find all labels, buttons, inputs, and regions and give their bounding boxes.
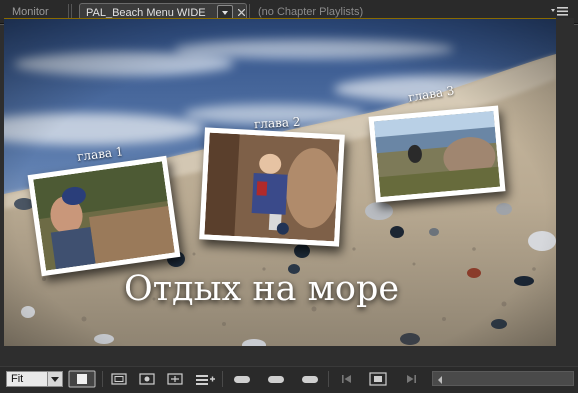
button-shape-3-icon[interactable] — [300, 370, 320, 388]
chapter-2-thumbnail-button[interactable] — [199, 127, 345, 247]
chapter-2-image — [204, 132, 340, 242]
frame-icon[interactable] — [368, 370, 388, 388]
list-icon[interactable] — [194, 370, 216, 388]
previous-icon[interactable] — [338, 370, 356, 388]
horizontal-scrollbar[interactable] — [432, 371, 574, 386]
chapter-3-thumbnail-button[interactable] — [368, 105, 506, 203]
scroll-left-icon[interactable] — [435, 373, 445, 385]
zoom-dropdown[interactable]: Fit — [6, 371, 63, 387]
toolbar-divider — [222, 371, 223, 387]
chapter-2-label: глава 2 — [253, 114, 301, 132]
button-shape-1-icon[interactable] — [232, 370, 252, 388]
zoom-value: Fit — [11, 373, 24, 385]
panel-menu-icon[interactable] — [550, 5, 570, 19]
safe-area-icon[interactable] — [110, 370, 128, 388]
menu-monitor-panel: Monitor PAL_Beach Menu WIDE (no Chapter … — [0, 0, 578, 390]
toolbar-divider — [102, 371, 103, 387]
center-icon[interactable] — [138, 370, 156, 388]
chapter-1-image — [33, 161, 175, 271]
chevron-down-icon[interactable] — [47, 372, 62, 386]
expand-icon[interactable] — [166, 370, 184, 388]
fit-view-icon[interactable] — [68, 370, 96, 388]
chapter-3-image — [373, 110, 501, 198]
next-icon[interactable] — [402, 370, 420, 388]
menu-preview-canvas[interactable]: глава 1 глава 2 глава 3 Отдых на море — [4, 18, 556, 346]
chapter-1-thumbnail-button[interactable] — [27, 155, 181, 277]
button-shape-2-icon[interactable] — [266, 370, 286, 388]
menu-title: Отдых на море — [124, 269, 400, 309]
stage-side-gutter — [556, 18, 574, 346]
toolbar-divider — [328, 371, 329, 387]
bottom-toolbar: Fit — [0, 366, 578, 390]
